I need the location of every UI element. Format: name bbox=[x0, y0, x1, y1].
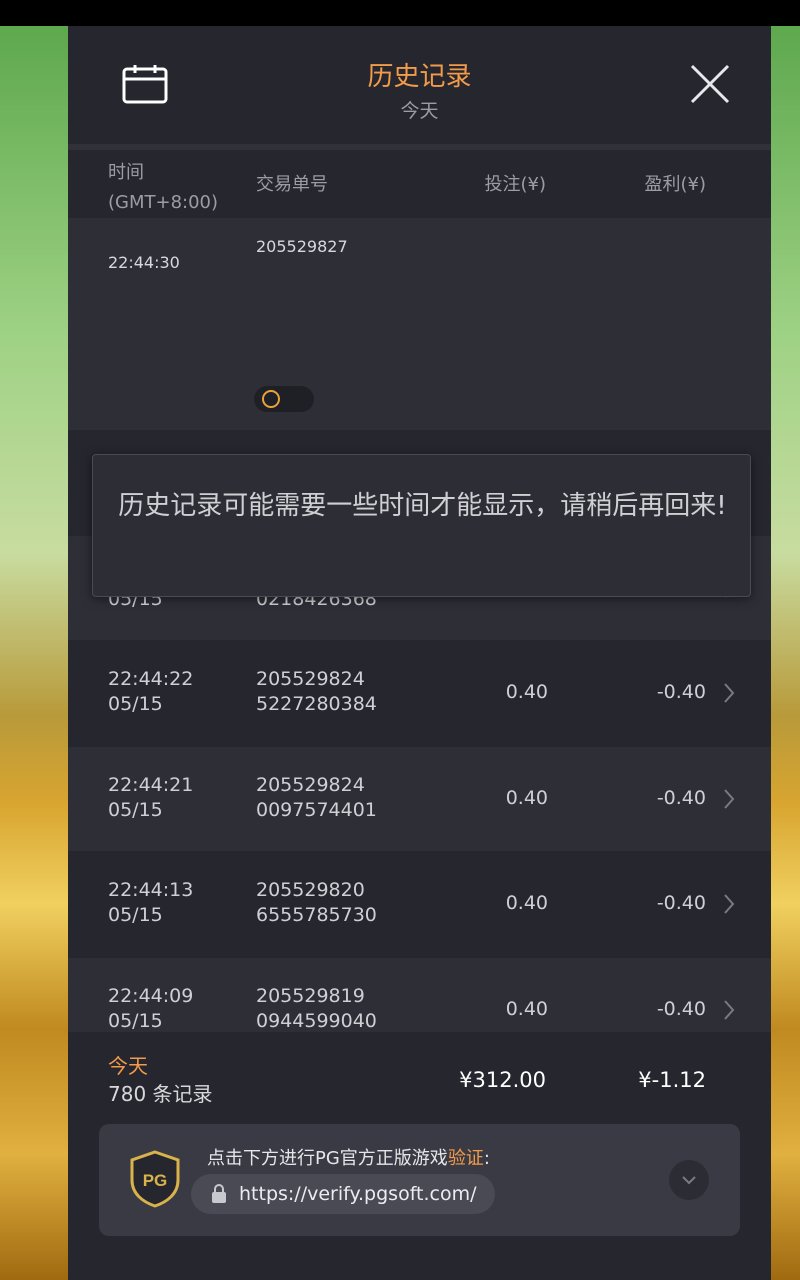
column-bet: 投注(¥) bbox=[484, 174, 547, 195]
date-filter-label[interactable]: 今天 bbox=[68, 96, 771, 123]
row-time-block: 22:44:09 05/15 bbox=[108, 984, 193, 1032]
row-time: 22:44:22 bbox=[108, 668, 194, 690]
history-panel: 历史记录 今天 时间 (GMT+8:00) 交易单号 投注(¥) 盈利(¥) 2… bbox=[68, 26, 771, 1280]
row-bet: 0.40 bbox=[505, 998, 548, 1020]
row-date: 05/15 bbox=[108, 799, 163, 821]
column-profit: 盈利(¥) bbox=[644, 174, 707, 195]
row-transaction-id: 205529827 bbox=[256, 237, 348, 256]
row-profit: -0.40 bbox=[656, 787, 706, 809]
row-date: 05/15 bbox=[108, 1010, 163, 1032]
total-profit: ¥-1.12 bbox=[638, 1068, 706, 1092]
toast-message: 历史记录可能需要一些时间才能显示，请稍后再回来! bbox=[118, 491, 727, 521]
verify-prompt-prefix: 点击下方进行PG官方正版游戏 bbox=[207, 1148, 448, 1169]
row-transaction-id-2: 0097574401 bbox=[256, 799, 377, 821]
row-bet: 0.40 bbox=[505, 787, 548, 809]
verify-card[interactable]: PG 点击下方进行PG官方正版游戏验证: https://verify.pgso… bbox=[99, 1124, 740, 1236]
game-background-right bbox=[771, 26, 800, 1280]
header: 历史记录 今天 bbox=[68, 26, 771, 144]
table-row[interactable]: 22:44:21 05/15 205529824 0097574401 0.40 -0.4… bbox=[68, 747, 771, 851]
page-title: 历史记录 bbox=[367, 62, 472, 92]
lock-icon bbox=[212, 1184, 226, 1203]
row-profit: -0.40 bbox=[656, 681, 706, 703]
row-transaction-id: 205529820 bbox=[256, 879, 365, 901]
row-time: 22:44:30 bbox=[108, 253, 180, 272]
top-bar bbox=[0, 0, 800, 26]
total-bet: ¥312.00 bbox=[459, 1068, 546, 1092]
row-date: 05/15 bbox=[108, 904, 163, 926]
expand-button[interactable] bbox=[669, 1160, 709, 1200]
game-background-left bbox=[0, 26, 68, 1280]
row-transaction-id-2: 5227280384 bbox=[256, 693, 377, 715]
info-toast: 历史记录可能需要一些时间才能显示，请稍后再回来! bbox=[92, 454, 751, 597]
row-transaction-block: 205529819 0944599040 bbox=[256, 984, 377, 1032]
summary-label: 今天 bbox=[108, 1054, 148, 1078]
chevron-down-icon bbox=[682, 1176, 696, 1185]
verify-highlight: 验证 bbox=[447, 1148, 484, 1169]
row-profit: -0.40 bbox=[656, 998, 706, 1020]
row-transaction-id: 205529824 bbox=[256, 668, 365, 690]
table-row[interactable]: 22:44:30 205529827 bbox=[68, 218, 771, 430]
row-time: 22:44:21 bbox=[108, 774, 194, 796]
verify-prompt-suffix: : bbox=[483, 1148, 490, 1169]
pg-badge-text: PG bbox=[143, 1171, 168, 1190]
row-transaction-id: 205529819 bbox=[256, 985, 365, 1007]
column-timezone-label: (GMT+8:00) bbox=[108, 192, 219, 213]
row-time: 22:44:09 bbox=[108, 985, 194, 1007]
row-time-block: 22:44:13 05/15 bbox=[108, 878, 193, 928]
close-icon[interactable] bbox=[688, 62, 732, 106]
row-date: 05/15 bbox=[108, 693, 163, 715]
table-row[interactable]: 22:44:13 05/15 205529820 6555785730 0.40 -0.4… bbox=[68, 852, 771, 956]
row-time-block: 22:44:22 05/15 bbox=[108, 667, 193, 717]
free-spin-tag bbox=[254, 386, 314, 412]
chevron-right-icon[interactable] bbox=[720, 788, 738, 810]
verify-prompt: 点击下方进行PG官方正版游戏验证: bbox=[207, 1144, 490, 1170]
row-bet: 0.40 bbox=[505, 892, 548, 914]
history-list: 22:44:30 205529827 22:44:2405/1520552982… bbox=[68, 218, 771, 1032]
row-transaction-id-2: 6555785730 bbox=[256, 904, 377, 926]
row-transaction-block: 205529824 5227280384 bbox=[256, 667, 377, 717]
row-bet: 0.40 bbox=[505, 681, 548, 703]
row-transaction-id: 205529824 bbox=[256, 774, 365, 796]
spin-icon bbox=[262, 390, 280, 408]
column-time-label: 时间 bbox=[108, 162, 144, 183]
chevron-right-icon[interactable] bbox=[720, 893, 738, 915]
pg-shield-icon: PG bbox=[130, 1150, 180, 1208]
verify-url-link[interactable]: https://verify.pgsoft.com/ bbox=[191, 1174, 495, 1214]
row-time: 22:44:13 bbox=[108, 879, 194, 901]
table-row[interactable]: 22:44:22 05/15 205529824 5227280384 0.40 -0.4… bbox=[68, 641, 771, 745]
record-count: 780 条记录 bbox=[108, 1082, 213, 1106]
column-transaction: 交易单号 bbox=[256, 174, 328, 195]
verify-url: https://verify.pgsoft.com/ bbox=[239, 1183, 477, 1205]
table-row[interactable]: 22:44:09 05/15 205529819 0944599040 0.40 -0.4… bbox=[68, 958, 771, 1032]
row-time-block: 22:44:21 05/15 bbox=[108, 773, 193, 823]
column-time: 时间 (GMT+8:00) bbox=[108, 158, 218, 218]
row-transaction-block: 205529824 0097574401 bbox=[256, 773, 377, 823]
table-header: 时间 (GMT+8:00) 交易单号 投注(¥) 盈利(¥) bbox=[68, 150, 771, 218]
row-transaction-block: 205529820 6555785730 bbox=[256, 878, 377, 928]
chevron-right-icon[interactable] bbox=[720, 682, 738, 704]
row-transaction-id-2: 0944599040 bbox=[256, 1010, 377, 1032]
summary-bar: 今天 780 条记录 ¥312.00 ¥-1.12 bbox=[68, 1032, 771, 1118]
chevron-right-icon[interactable] bbox=[720, 999, 738, 1021]
row-profit: -0.40 bbox=[656, 892, 706, 914]
